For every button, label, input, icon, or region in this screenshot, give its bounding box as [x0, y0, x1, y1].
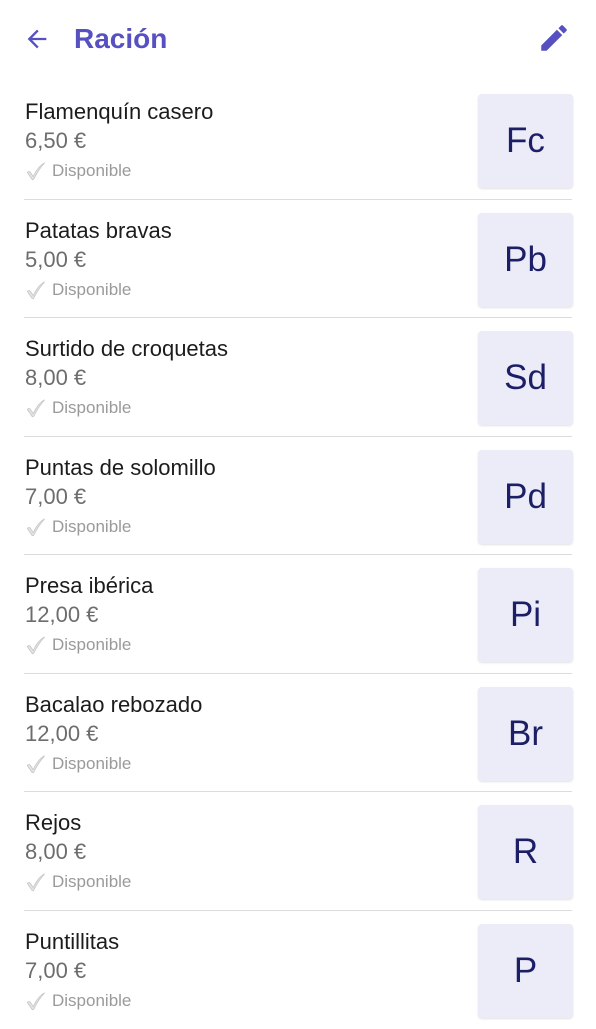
check-icon — [25, 160, 47, 182]
item-name: Bacalao rebozado — [25, 691, 202, 719]
arrow-left-icon — [23, 25, 51, 53]
list-item[interactable]: Puntillitas 7,00 € Disponible P — [0, 911, 596, 1029]
item-status: Disponible — [25, 634, 131, 656]
check-icon — [25, 990, 47, 1012]
item-price: 12,00 € — [25, 601, 98, 629]
check-icon — [25, 634, 47, 656]
list-item[interactable]: Puntas de solomillo 7,00 € Disponible Pd — [0, 437, 596, 556]
item-status: Disponible — [25, 160, 131, 182]
page-title: Ración — [74, 20, 167, 58]
item-list: Flamenquín casero 6,50 € Disponible Fc P… — [0, 81, 596, 1029]
edit-button[interactable] — [534, 18, 574, 58]
item-status: Disponible — [25, 871, 131, 893]
item-initials-avatar: Fc — [478, 94, 573, 188]
check-icon — [25, 516, 47, 538]
item-status-label: Disponible — [52, 871, 131, 893]
item-price: 7,00 € — [25, 957, 86, 985]
item-initials-avatar: P — [478, 924, 573, 1018]
list-item[interactable]: Rejos 8,00 € Disponible R — [0, 792, 596, 911]
item-initials-avatar: Sd — [478, 331, 573, 425]
item-name: Rejos — [25, 809, 81, 837]
item-initials-avatar: Br — [478, 687, 573, 781]
item-status-label: Disponible — [52, 753, 131, 775]
item-status-label: Disponible — [52, 516, 131, 538]
item-status: Disponible — [25, 516, 131, 538]
item-status-label: Disponible — [52, 990, 131, 1012]
list-item[interactable]: Flamenquín casero 6,50 € Disponible Fc — [0, 81, 596, 200]
item-price: 5,00 € — [25, 246, 86, 274]
item-status: Disponible — [25, 279, 131, 301]
pencil-icon — [537, 21, 571, 55]
item-price: 12,00 € — [25, 720, 98, 748]
item-initials-avatar: Pi — [478, 568, 573, 662]
item-status-label: Disponible — [52, 160, 131, 182]
item-price: 8,00 € — [25, 838, 86, 866]
item-status: Disponible — [25, 990, 131, 1012]
check-icon — [25, 753, 47, 775]
item-status-label: Disponible — [52, 279, 131, 301]
check-icon — [25, 871, 47, 893]
item-initials-avatar: Pd — [478, 450, 573, 544]
item-initials-avatar: R — [478, 805, 573, 899]
item-name: Patatas bravas — [25, 217, 172, 245]
list-item[interactable]: Presa ibérica 12,00 € Disponible Pi — [0, 555, 596, 674]
item-initials-avatar: Pb — [478, 213, 573, 307]
item-status-label: Disponible — [52, 634, 131, 656]
item-name: Presa ibérica — [25, 572, 153, 600]
item-name: Surtido de croquetas — [25, 335, 228, 363]
back-button[interactable] — [18, 20, 56, 58]
list-item[interactable]: Patatas bravas 5,00 € Disponible Pb — [0, 200, 596, 319]
item-price: 7,00 € — [25, 483, 86, 511]
app-bar: Ración — [0, 0, 596, 78]
item-status: Disponible — [25, 753, 131, 775]
check-icon — [25, 397, 47, 419]
item-name: Flamenquín casero — [25, 98, 213, 126]
item-status: Disponible — [25, 397, 131, 419]
list-item[interactable]: Surtido de croquetas 8,00 € Disponible S… — [0, 318, 596, 437]
item-name: Puntas de solomillo — [25, 454, 216, 482]
item-name: Puntillitas — [25, 928, 119, 956]
list-item[interactable]: Bacalao rebozado 12,00 € Disponible Br — [0, 674, 596, 793]
item-price: 6,50 € — [25, 127, 86, 155]
item-status-label: Disponible — [52, 397, 131, 419]
item-price: 8,00 € — [25, 364, 86, 392]
check-icon — [25, 279, 47, 301]
